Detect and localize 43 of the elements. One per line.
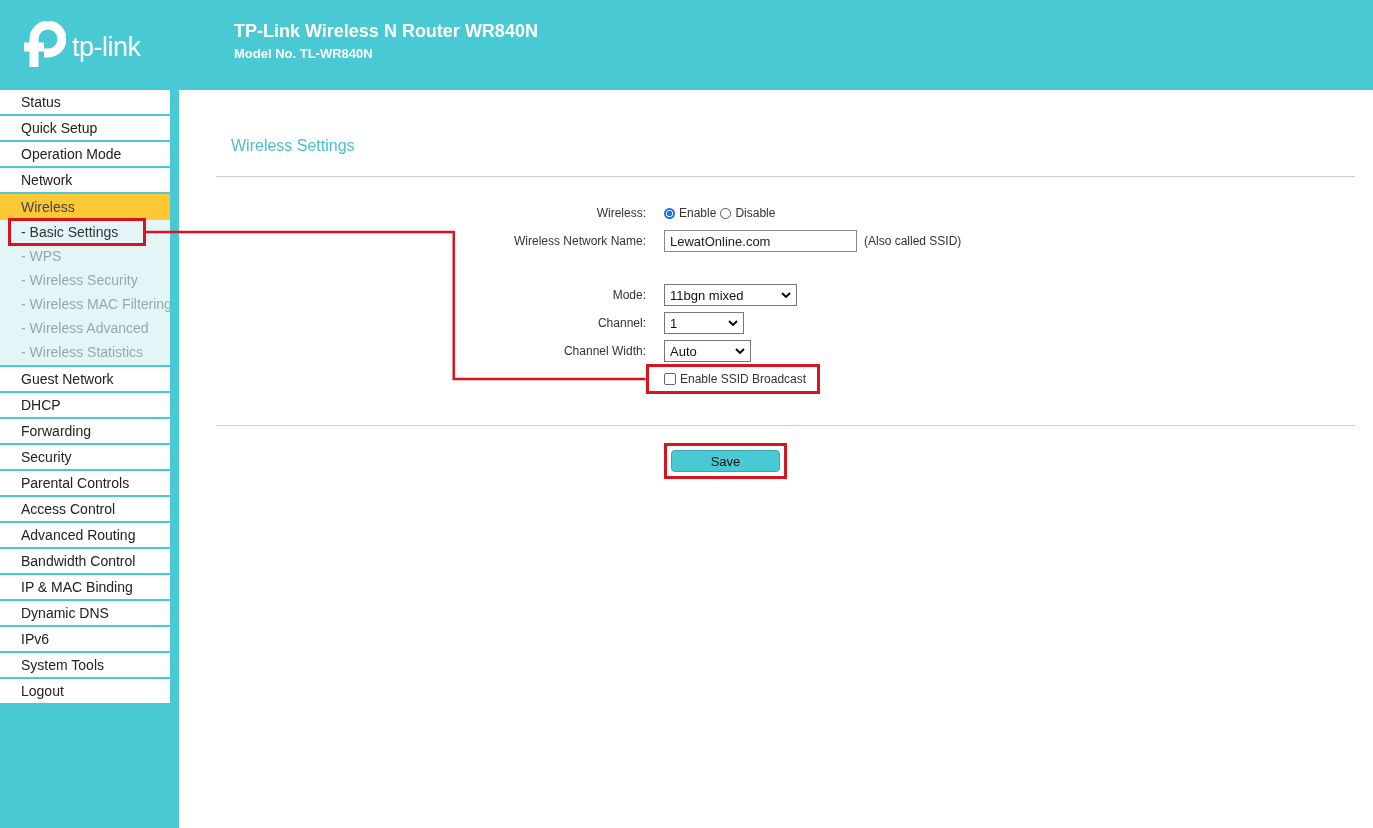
field-label: Channel Width: xyxy=(563,344,646,358)
page-title: Wireless Settings xyxy=(231,137,356,156)
menu-item[interactable]: Quick Setup xyxy=(0,116,170,142)
save-button[interactable]: Save xyxy=(671,450,780,472)
field-label: Wireless Network Name: xyxy=(513,234,646,248)
radio-label: Enable xyxy=(679,206,717,220)
hint-text: (Also called SSID) xyxy=(864,234,962,248)
logo-icon xyxy=(22,21,66,69)
checkbox-label: Enable SSID Broadcast xyxy=(680,372,807,386)
menu-item[interactable]: IP & MAC Binding xyxy=(0,575,170,601)
menu-item[interactable]: Advanced Routing xyxy=(0,523,170,549)
radio-label: Disable xyxy=(735,206,776,220)
field-label: Wireless: xyxy=(596,206,646,220)
menu-item[interactable]: Dynamic DNS xyxy=(0,601,170,627)
router-title: TP-Link Wireless N Router WR840N xyxy=(234,21,538,42)
menu-item[interactable]: Wireless xyxy=(0,194,170,220)
field-label: Channel: xyxy=(597,316,646,330)
menu-item[interactable]: Parental Controls xyxy=(0,471,170,497)
logo-text: tp-link xyxy=(72,32,141,63)
menu-item[interactable]: Logout xyxy=(0,679,170,705)
field-label: Mode: xyxy=(612,288,646,302)
caret-icon xyxy=(734,348,745,354)
menu-item[interactable]: Access Control xyxy=(0,497,170,523)
dropdown[interactable]: 11bgn mixed xyxy=(664,284,798,306)
dropdown[interactable]: 1 xyxy=(664,312,744,334)
menu-item[interactable]: DHCP xyxy=(0,393,170,419)
checkbox[interactable] xyxy=(664,373,676,385)
text-field[interactable]: LewatOnline.com xyxy=(664,230,857,252)
menu-item[interactable]: Bandwidth Control xyxy=(0,549,170,575)
radio-button[interactable] xyxy=(664,207,675,219)
menu-item[interactable]: Network xyxy=(0,168,170,194)
menu-item[interactable]: Security xyxy=(0,445,170,471)
menu-item[interactable]: Guest Network xyxy=(0,367,170,393)
menu-item[interactable]: Operation Mode xyxy=(0,142,170,168)
menu-item[interactable]: Status xyxy=(0,90,170,116)
dropdown[interactable]: Auto xyxy=(664,340,751,362)
menu-item[interactable]: System Tools xyxy=(0,653,170,679)
caret-icon xyxy=(781,292,792,298)
menu-item[interactable]: Forwarding xyxy=(0,419,170,445)
submenu-item[interactable]: - Basic Settings xyxy=(0,220,123,244)
caret-icon xyxy=(728,320,738,326)
menu-item[interactable]: IPv6 xyxy=(0,627,170,653)
model-number: Model No. TL-WR840N xyxy=(234,46,374,61)
